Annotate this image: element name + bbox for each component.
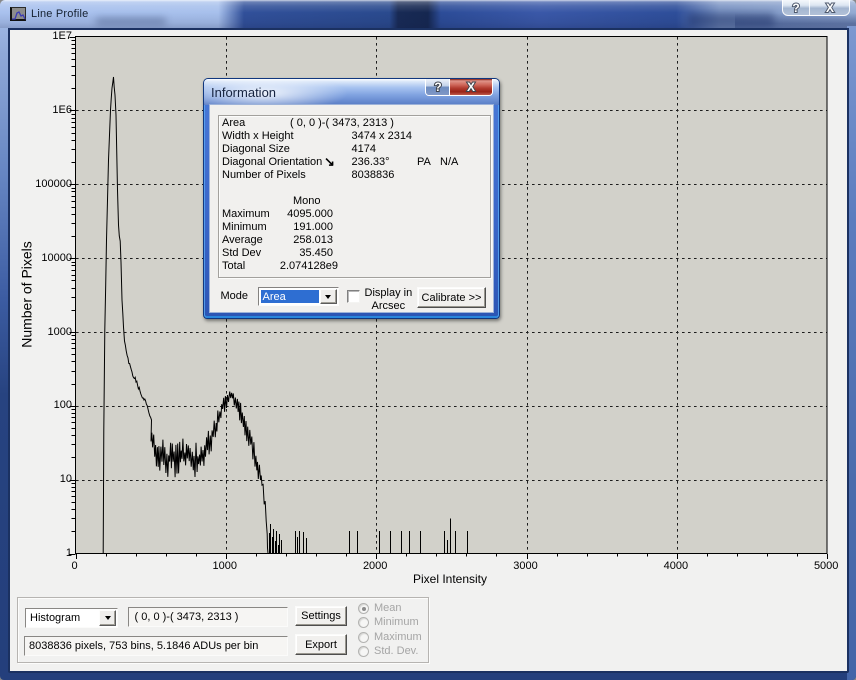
svg-text:X: X bbox=[467, 80, 475, 94]
svg-text:X: X bbox=[825, 1, 833, 15]
svg-text:?: ? bbox=[434, 80, 441, 94]
svg-text:?: ? bbox=[792, 1, 799, 15]
